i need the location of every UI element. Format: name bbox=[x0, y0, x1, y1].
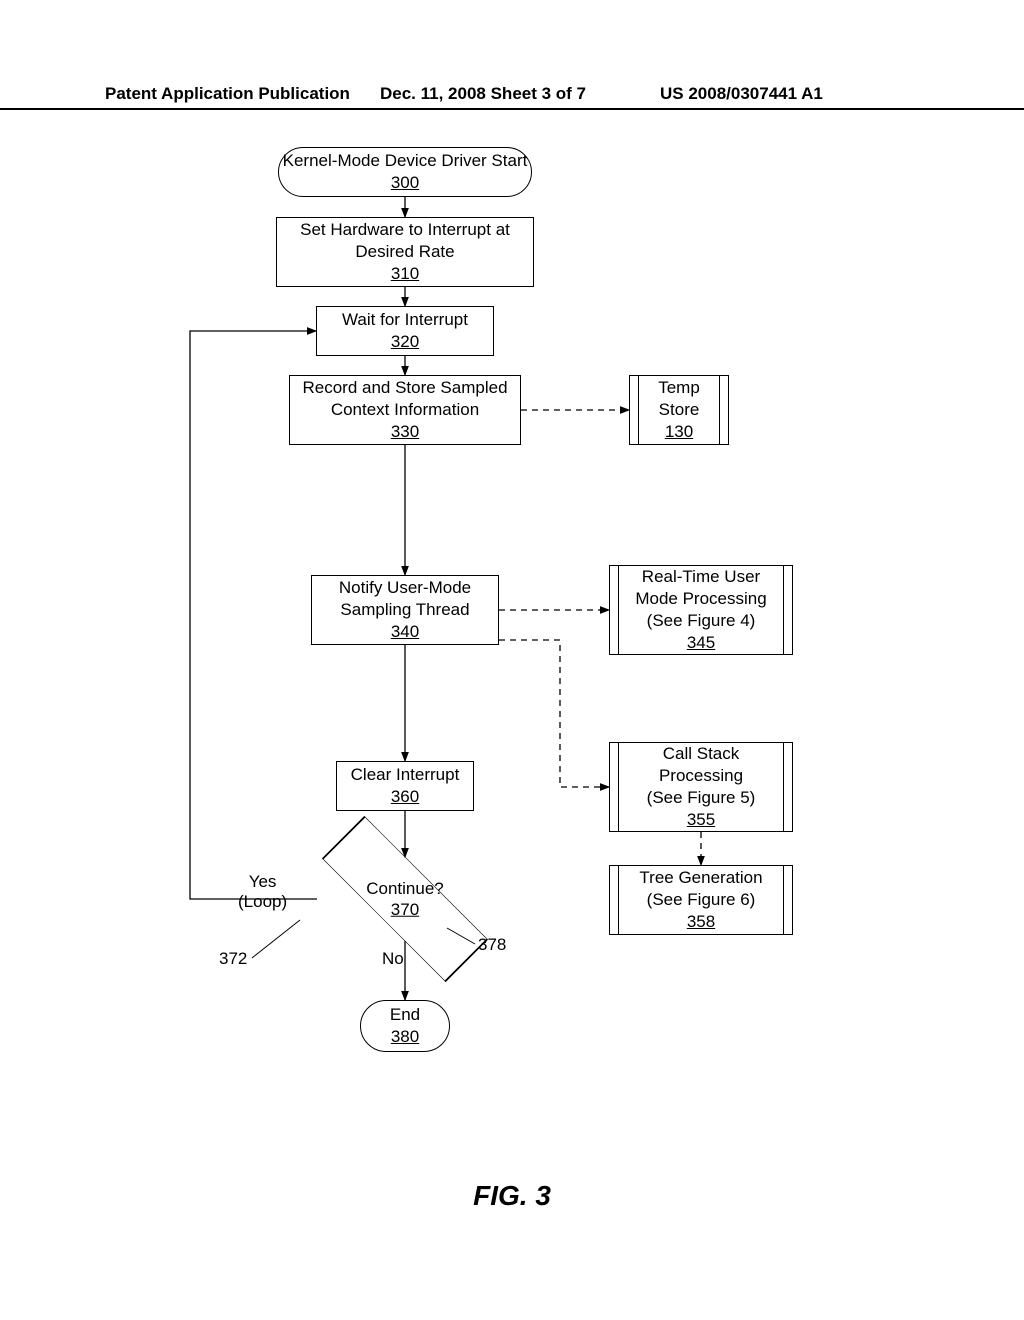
realtime-ref: 345 bbox=[687, 632, 715, 654]
start-text: Kernel-Mode Device Driver Start bbox=[283, 150, 528, 172]
flowchart-box-set-hardware: Set Hardware to Interrupt at Desired Rat… bbox=[276, 217, 534, 287]
flowchart-box-clear: Clear Interrupt 360 bbox=[336, 761, 474, 811]
flowchart-predef-temp-store: Temp Store 130 bbox=[629, 375, 729, 445]
notify-l2: Sampling Thread bbox=[340, 599, 469, 621]
label-ref-378: 378 bbox=[478, 935, 506, 955]
callstack-l3: (See Figure 5) bbox=[647, 787, 756, 809]
clear-ref: 360 bbox=[391, 786, 419, 808]
flowchart-terminal-end: End 380 bbox=[360, 1000, 450, 1052]
label-ref-372: 372 bbox=[219, 949, 247, 969]
decision-text: Continue? bbox=[366, 878, 444, 899]
temp-ref: 130 bbox=[665, 421, 693, 443]
flowchart-box-wait: Wait for Interrupt 320 bbox=[316, 306, 494, 356]
flowchart-connectors bbox=[0, 0, 1024, 1320]
notify-ref: 340 bbox=[391, 621, 419, 643]
callstack-ref: 355 bbox=[687, 809, 715, 831]
header-left: Patent Application Publication bbox=[105, 84, 350, 104]
header-right: US 2008/0307441 A1 bbox=[660, 84, 823, 104]
sethw-l2: Desired Rate bbox=[355, 241, 454, 263]
figure-caption: FIG. 3 bbox=[0, 1180, 1024, 1212]
decision-ref: 370 bbox=[366, 899, 444, 920]
flowchart-decision-continue: Continue? 370 bbox=[355, 849, 455, 949]
temp-l1: Temp bbox=[658, 377, 700, 399]
header-rule bbox=[0, 108, 1024, 110]
end-text: End bbox=[390, 1004, 420, 1026]
end-ref: 380 bbox=[391, 1026, 419, 1048]
flowchart-terminal-start: Kernel-Mode Device Driver Start 300 bbox=[278, 147, 532, 197]
realtime-l3: (See Figure 4) bbox=[647, 610, 756, 632]
label-no: No bbox=[382, 949, 404, 969]
start-ref: 300 bbox=[391, 172, 419, 194]
header-mid: Dec. 11, 2008 Sheet 3 of 7 bbox=[380, 84, 586, 104]
wait-ref: 320 bbox=[391, 331, 419, 353]
callstack-l1: Call Stack bbox=[663, 743, 740, 765]
realtime-l2: Mode Processing bbox=[635, 588, 766, 610]
wait-text: Wait for Interrupt bbox=[342, 309, 468, 331]
temp-l2: Store bbox=[659, 399, 700, 421]
flowchart-predef-realtime: Real-Time User Mode Processing (See Figu… bbox=[609, 565, 793, 655]
flowchart-box-notify: Notify User-Mode Sampling Thread 340 bbox=[311, 575, 499, 645]
label-yes: Yes (Loop) bbox=[238, 872, 287, 912]
flowchart-predef-tree: Tree Generation (See Figure 6) 358 bbox=[609, 865, 793, 935]
sethw-ref: 310 bbox=[391, 263, 419, 285]
flowchart-box-record: Record and Store Sampled Context Informa… bbox=[289, 375, 521, 445]
flowchart-predef-callstack: Call Stack Processing (See Figure 5) 355 bbox=[609, 742, 793, 832]
realtime-l1: Real-Time User bbox=[642, 566, 760, 588]
callstack-l2: Processing bbox=[659, 765, 743, 787]
tree-l1: Tree Generation bbox=[639, 867, 762, 889]
tree-l2: (See Figure 6) bbox=[647, 889, 756, 911]
sethw-l1: Set Hardware to Interrupt at bbox=[300, 219, 510, 241]
record-ref: 330 bbox=[391, 421, 419, 443]
record-l1: Record and Store Sampled bbox=[302, 377, 507, 399]
clear-text: Clear Interrupt bbox=[351, 764, 460, 786]
tree-ref: 358 bbox=[687, 911, 715, 933]
notify-l1: Notify User-Mode bbox=[339, 577, 471, 599]
record-l2: Context Information bbox=[331, 399, 479, 421]
